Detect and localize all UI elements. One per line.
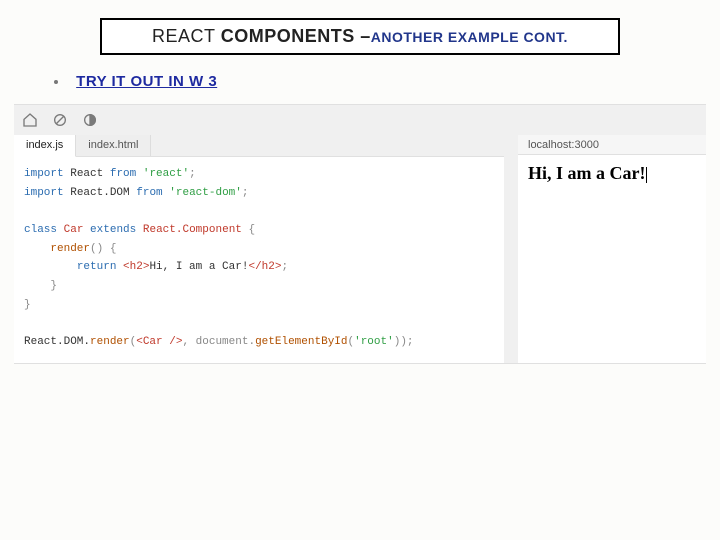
file-tab-index-js[interactable]: index.js bbox=[14, 135, 76, 157]
title-part2: COMPONENTS – bbox=[221, 26, 371, 46]
block-icon[interactable] bbox=[52, 112, 68, 128]
text-cursor-icon bbox=[646, 167, 647, 183]
file-tab-index-html[interactable]: index.html bbox=[76, 135, 151, 156]
title-part3: ANOTHER EXAMPLE CONT. bbox=[371, 29, 568, 45]
home-icon[interactable] bbox=[22, 112, 38, 128]
address-label: localhost:3000 bbox=[518, 135, 706, 155]
contrast-icon[interactable] bbox=[82, 112, 98, 128]
editor-shell: index.js index.html import React from 'r… bbox=[14, 104, 706, 364]
try-it-link[interactable]: TRY IT OUT IN W 3 bbox=[76, 73, 217, 90]
bullet-row: TRY IT OUT IN W 3 bbox=[54, 73, 720, 90]
title-part1: REACT bbox=[152, 26, 221, 46]
file-tabs: index.js index.html bbox=[14, 135, 504, 157]
code-pane[interactable]: import React from 'react'; import React.… bbox=[14, 157, 504, 363]
slide-title: REACT COMPONENTS –ANOTHER EXAMPLE CONT. bbox=[100, 18, 620, 55]
bullet-icon bbox=[54, 80, 58, 84]
preview-heading: Hi, I am a Car! bbox=[528, 163, 696, 184]
editor-split: index.js index.html import React from 'r… bbox=[14, 135, 706, 363]
editor-left-pane: index.js index.html import React from 'r… bbox=[14, 135, 518, 363]
preview-pane: Hi, I am a Car! bbox=[518, 155, 706, 363]
editor-right-pane: localhost:3000 Hi, I am a Car! bbox=[518, 135, 706, 363]
editor-toolbar bbox=[14, 105, 706, 135]
